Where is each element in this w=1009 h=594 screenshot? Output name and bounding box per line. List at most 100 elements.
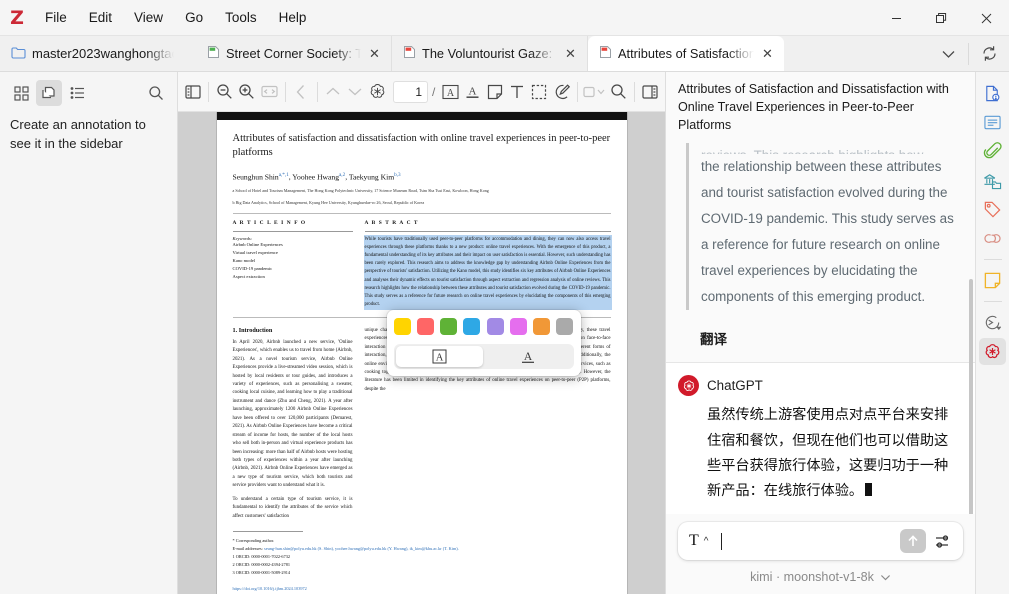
page-number-input[interactable]: 1	[393, 80, 429, 103]
color-picker-chevron[interactable]	[583, 78, 607, 106]
menu-help[interactable]: Help	[268, 6, 318, 29]
color-swatch-red[interactable]	[416, 318, 434, 335]
author-2: , Yoohee Hwang	[288, 172, 339, 182]
find-icon[interactable]	[608, 78, 629, 106]
menu-view[interactable]: View	[123, 6, 174, 29]
chatgpt-icon	[678, 375, 699, 397]
tab-attributes-of-satisfaction[interactable]: Attributes of Satisfaction a ✕	[588, 36, 784, 71]
intro-paragraph-1: In April 2020, Airbnb launched a new ser…	[232, 339, 353, 489]
page-up-icon[interactable]	[323, 78, 344, 106]
reader-sidebar-toolbar	[0, 72, 177, 114]
minimize-icon[interactable]	[874, 0, 919, 36]
color-swatch-green[interactable]	[440, 318, 458, 335]
highlight-text-icon[interactable]: A	[462, 78, 483, 106]
thumbnails-icon[interactable]	[8, 80, 34, 106]
sticky-note-icon[interactable]	[484, 78, 505, 106]
author-1: Seunghun Shin	[232, 172, 279, 182]
chat-header-title: Attributes of Satisfaction and Dissatisf…	[666, 72, 975, 143]
underline-mode-button[interactable]: A	[485, 346, 572, 367]
menu-go[interactable]: Go	[174, 6, 214, 29]
add-text-icon[interactable]	[506, 78, 527, 106]
color-swatch-orange[interactable]	[533, 318, 551, 335]
color-swatch-magenta[interactable]	[509, 318, 527, 335]
zoom-out-icon[interactable]	[214, 78, 235, 106]
draw-icon[interactable]	[551, 78, 572, 106]
chat-scrollbar[interactable]	[969, 278, 973, 514]
main-content-row: Create an annotation to see it in the si…	[0, 72, 1009, 594]
chat-input-bar[interactable]: T ^	[678, 522, 963, 560]
related-icon[interactable]	[979, 225, 1006, 252]
attachments-icon[interactable]	[979, 138, 1006, 165]
affiliation-1: a School of Hotel and Tourism Management…	[232, 187, 489, 193]
email-list[interactable]: seung-hun.shin@polyu.edu.hk (S. Shin), y…	[264, 546, 459, 551]
chevron-down-icon[interactable]	[880, 570, 891, 584]
abstract-icon[interactable]	[979, 109, 1006, 136]
abstract-text-selected[interactable]: While tourists have traditionally used p…	[364, 236, 611, 309]
menu-edit[interactable]: Edit	[78, 6, 123, 29]
chat-message-text: 虽然传统上游客使用点对点平台来安排住宿和餐饮，但现在他们也可以借助这些平台获得旅…	[707, 407, 949, 500]
color-swatch-blue[interactable]	[463, 318, 481, 335]
tab-close-icon[interactable]: ✕	[760, 46, 775, 61]
send-arrow-up-icon[interactable]	[900, 529, 926, 553]
tab-library[interactable]: master2023wanghongtao	[0, 36, 196, 71]
toggle-context-pane-icon[interactable]	[640, 78, 661, 106]
page-down-icon[interactable]	[345, 78, 366, 106]
color-swatch-purple[interactable]	[486, 318, 504, 335]
svg-text:A: A	[468, 86, 476, 98]
locate-icon[interactable]	[979, 309, 1006, 336]
close-icon[interactable]	[964, 0, 1009, 36]
divider	[577, 81, 578, 102]
sliders-icon[interactable]	[930, 529, 956, 553]
tab-street-corner-society[interactable]: Street Corner Society: The ✕	[196, 36, 392, 71]
typing-caret	[865, 483, 873, 497]
intro-paragraph-2: To understand a certain type of tourism …	[232, 496, 353, 519]
annotation-color-popup[interactable]: A A	[386, 310, 581, 376]
menu-tools[interactable]: Tools	[214, 6, 268, 29]
svg-text:A: A	[446, 88, 454, 99]
search-icon[interactable]	[143, 80, 169, 106]
menu-bar: Z File Edit View Go Tools Help	[0, 0, 1009, 36]
annotations-icon[interactable]	[36, 80, 62, 106]
sync-icon[interactable]	[969, 36, 1009, 72]
tab-voluntourist-gaze[interactable]: The Voluntourist Gaze: Fra ✕	[392, 36, 588, 71]
outline-icon[interactable]	[64, 80, 90, 106]
section-heading-introduction: 1. Introduction	[232, 326, 273, 334]
red-pdf-icon	[599, 45, 612, 62]
tab-label: Street Corner Society: The	[226, 46, 361, 61]
pdf-viewport[interactable]: Attributes of satisfaction and dissatisf…	[178, 112, 665, 594]
restore-icon[interactable]	[919, 0, 964, 36]
item-info-icon[interactable]	[979, 80, 1006, 107]
page-label-icon[interactable]: A	[439, 78, 460, 106]
color-swatch-gray[interactable]	[556, 318, 574, 335]
tags-icon[interactable]	[979, 196, 1006, 223]
tab-close-icon[interactable]: ✕	[563, 46, 578, 61]
menu-file[interactable]: File	[34, 6, 78, 29]
zoom-in-icon[interactable]	[236, 78, 257, 106]
pdf-page-1[interactable]: Attributes of satisfaction and dissatisf…	[216, 112, 627, 594]
tab-label: The Voluntourist Gaze: Fra	[422, 46, 557, 61]
quote-text: the relationship between these attribute…	[701, 158, 954, 305]
zoom-reset-icon[interactable]	[259, 78, 280, 106]
libraries-collections-icon[interactable]	[979, 167, 1006, 194]
chatgpt-icon[interactable]	[367, 78, 388, 106]
toggle-sidebar-icon[interactable]	[182, 78, 203, 106]
color-swatch-yellow[interactable]	[393, 318, 411, 335]
model-selector[interactable]: kimi · moonshot-v1-8k	[678, 570, 963, 584]
chevron-down-icon[interactable]	[928, 36, 968, 72]
highlight-mode-button[interactable]: A	[395, 346, 483, 367]
chat-scroll-area[interactable]: reviews. This research highlights how th…	[666, 142, 975, 514]
select-area-icon[interactable]	[529, 78, 550, 106]
reader-sidebar: Create an annotation to see it in the si…	[0, 72, 178, 594]
author-1-sup: a,*,1	[278, 172, 289, 179]
tab-close-icon[interactable]: ✕	[367, 46, 382, 61]
page-header-band	[216, 112, 627, 120]
notes-icon[interactable]	[979, 267, 1006, 294]
orcid-3: 3 ORCID: 0000-0001-5089-2914	[232, 569, 291, 575]
chatgpt-plugin-icon[interactable]	[979, 338, 1006, 365]
doi-link[interactable]: https://doi.org/10.1016/j.ijhm.2024.1039…	[233, 585, 611, 593]
red-pdf-icon	[403, 45, 416, 62]
format-chevron-up-icon[interactable]: ^	[704, 536, 709, 547]
author-3: , Taekyung Kim	[345, 172, 395, 182]
back-icon[interactable]	[291, 78, 312, 106]
text-format-icon[interactable]: T	[689, 532, 699, 550]
